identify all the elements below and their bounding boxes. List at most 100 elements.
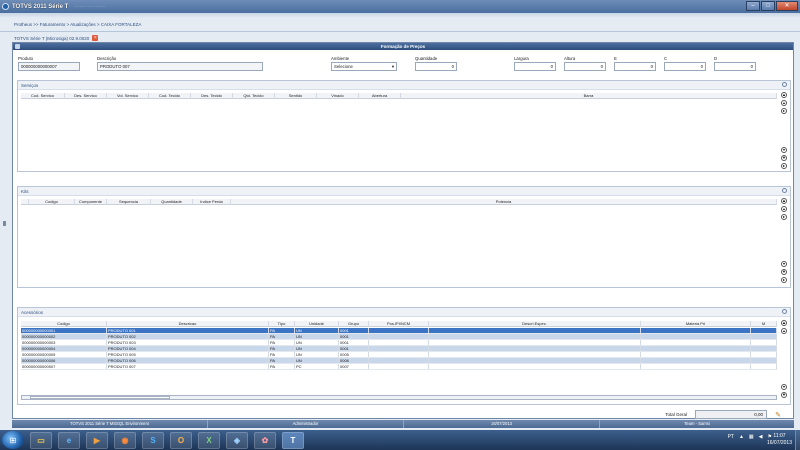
start-button[interactable]: ⊞ (2, 431, 24, 449)
close-window-button[interactable]: ✕ (776, 1, 798, 11)
minimize-button[interactable]: – (746, 1, 760, 11)
scroll-up-icon[interactable]: ▴ (781, 328, 787, 334)
quantidade-field[interactable]: 0 (415, 62, 457, 71)
pricing-dialog: Formação de Preços Produto 0000000000000… (12, 42, 794, 419)
show-desktop-button[interactable] (795, 430, 800, 450)
horizontal-scrollbar[interactable] (21, 395, 777, 400)
column-header[interactable]: Des. Tecido (191, 93, 233, 99)
status-environment: TOTVS 2011 Série T MSSQL Environment (12, 420, 208, 428)
column-header[interactable]: M (751, 321, 777, 327)
scroll-top-icon[interactable]: ▲ (781, 92, 787, 98)
column-header[interactable]: Unidade (295, 321, 339, 327)
column-header[interactable]: Cod. Tecido (149, 93, 191, 99)
column-header[interactable]: Materia Pri (641, 321, 751, 327)
scroll-top-icon[interactable]: ▲ (781, 320, 787, 326)
column-header[interactable]: Indice Perda (193, 199, 231, 205)
paint-icon[interactable]: ✿ (254, 431, 276, 449)
column-header[interactable]: Pos.IPI/NCM (369, 321, 429, 327)
c-field[interactable]: 0 (664, 62, 706, 71)
media-player-icon[interactable]: ▶ (86, 431, 108, 449)
column-header[interactable]: Componente (75, 199, 107, 205)
largura-label: Largura (514, 56, 529, 61)
outlook-icon[interactable]: O (170, 431, 192, 449)
column-header[interactable]: Sequencia (107, 199, 151, 205)
servicos-scroll-top: ▲ ▴ ▸ (781, 92, 788, 114)
scroll-page-down-icon[interactable]: ▸ (781, 163, 787, 169)
kits-scroll-bottom: ▾ ▼ ▸ (781, 261, 788, 283)
chevron-down-icon: ▼ (391, 64, 395, 69)
column-header[interactable]: Cod. Servico (21, 93, 65, 99)
kits-scroll-top: ▲ ▴ ▸ (781, 198, 788, 220)
breadcrumb[interactable]: Protheus >> Faturamento > Atualizações >… (14, 22, 141, 27)
kits-panel: Kits Codigo Componente Sequencia Quantid… (17, 186, 791, 288)
column-header[interactable]: Sentido (275, 93, 317, 99)
column-header[interactable]: Descri.Espec. (429, 321, 641, 327)
column-header[interactable]: Vol. Servico (107, 93, 149, 99)
scroll-top-icon[interactable]: ▲ (781, 198, 787, 204)
network-icon[interactable]: ▦ (749, 434, 754, 440)
column-header[interactable]: Des. Servico (65, 93, 107, 99)
side-panel-grip[interactable] (3, 221, 6, 226)
column-header[interactable]: Quantidade (151, 199, 193, 205)
servicos-panel-header: Serviços (18, 81, 790, 90)
clock[interactable]: 11:07 16/07/2013 (767, 433, 792, 446)
column-header[interactable]: Vinado (317, 93, 359, 99)
folder-icon[interactable]: ▭ (30, 431, 52, 449)
acessorios-grid-header: Codigo Descricao Tipo Unidade Grupo Pos.… (21, 321, 777, 327)
scroll-down-icon[interactable]: ▾ (781, 261, 787, 267)
column-header[interactable]: Potencia (231, 199, 777, 205)
column-header[interactable]: Abertura (359, 93, 401, 99)
descricao-field[interactable]: PRODUTO 007 (97, 62, 263, 71)
scroll-down-icon[interactable]: ▾ (781, 384, 787, 390)
totvs-taskbar-icon[interactable]: T (282, 431, 304, 449)
column-header[interactable]: Descricao (107, 321, 269, 327)
scroll-page-up-icon[interactable]: ▸ (781, 214, 787, 220)
excel-icon[interactable]: X (198, 431, 220, 449)
column-header[interactable]: Barra (401, 93, 777, 99)
collapse-icon[interactable] (782, 82, 787, 87)
table-row[interactable]: 000000000000007 PRODUTO 007 PA PC 0007 (21, 364, 777, 370)
scroll-bottom-icon[interactable]: ▼ (781, 155, 787, 161)
column-header[interactable]: Codigo (21, 321, 107, 327)
maximize-button[interactable]: □ (761, 1, 775, 11)
acessorios-scroll-bottom: ▾ ▼ (781, 384, 788, 398)
scroll-down-icon[interactable]: ▾ (781, 147, 787, 153)
scroll-up-icon[interactable]: ▴ (781, 206, 787, 212)
firefox-icon[interactable]: ◉ (114, 431, 136, 449)
collapse-icon[interactable] (782, 309, 787, 314)
produto-field[interactable]: 000000000000007 (18, 62, 80, 71)
ambiente-select[interactable]: Selecione ▼ (331, 62, 397, 71)
dialog-title: Formação de Preços (380, 44, 426, 49)
column-header[interactable]: Tipo (269, 321, 295, 327)
column-header[interactable]: Grupo (339, 321, 369, 327)
total-geral-field[interactable]: 0,00 (695, 410, 767, 419)
dialog-header: Formação de Preços (13, 43, 793, 50)
altura-field[interactable]: 0 (564, 62, 606, 71)
remote-desktop-icon[interactable]: ◈ (226, 431, 248, 449)
scroll-page-down-icon[interactable]: ▸ (781, 277, 787, 283)
e-field[interactable]: 0 (614, 62, 656, 71)
volume-icon[interactable]: ◀ (759, 434, 763, 440)
scroll-bottom-icon[interactable]: ▼ (781, 392, 787, 398)
app-tab[interactable]: TOTVS Série T (Microsiga) 02.9.0020 × (14, 35, 99, 41)
d-label: D (714, 56, 718, 61)
scroll-page-up-icon[interactable]: ▸ (781, 108, 787, 114)
column-header[interactable]: Codigo (29, 199, 75, 205)
largura-field[interactable]: 0 (514, 62, 556, 71)
internet-explorer-icon[interactable]: e (58, 431, 80, 449)
d-field[interactable]: 0 (714, 62, 756, 71)
language-indicator[interactable]: PT (728, 434, 734, 440)
kits-panel-header: Kits (18, 187, 790, 196)
scroll-up-icon[interactable]: ▴ (781, 100, 787, 106)
column-header[interactable]: Qtd. Tecido (233, 93, 275, 99)
c-label: C (664, 56, 668, 61)
column-header[interactable] (21, 199, 29, 205)
calculator-icon[interactable]: ✎ (775, 411, 781, 419)
skype-icon[interactable]: S (142, 431, 164, 449)
clock-date: 16/07/2013 (766, 439, 792, 446)
collapse-icon[interactable] (782, 188, 787, 193)
close-tab-icon[interactable]: × (92, 35, 99, 41)
tray-chevron-icon[interactable]: ▲ (739, 434, 744, 440)
scrollbar-thumb[interactable] (30, 396, 170, 399)
scroll-bottom-icon[interactable]: ▼ (781, 269, 787, 275)
